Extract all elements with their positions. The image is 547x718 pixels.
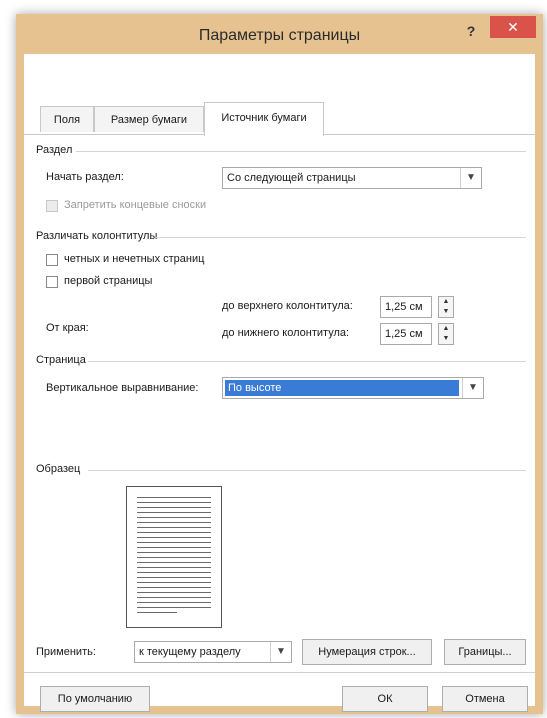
page-setup-dialog: Параметры страницы ? ✕ Поля Размер бумаг… xyxy=(16,14,543,714)
apply-to-label: Применить: xyxy=(36,646,96,658)
dialog-client-area: Поля Размер бумаги Источник бумаги Разде… xyxy=(24,54,535,712)
footer-distance-spinner[interactable]: ▲ ▼ xyxy=(438,323,454,345)
chevron-down-icon: ▼ xyxy=(270,642,291,662)
section-group-divider xyxy=(76,151,526,152)
headers-footers-divider xyxy=(156,237,526,238)
suppress-endnotes-label: Запретить концевые сноски xyxy=(64,199,207,211)
page-group-divider xyxy=(88,361,526,362)
from-edge-label: От края: xyxy=(46,322,89,334)
page-group-label: Страница xyxy=(36,354,86,366)
headers-footers-group-label: Различать колонтитулы xyxy=(36,230,158,242)
triangle-down-icon[interactable]: ▼ xyxy=(439,334,453,344)
cancel-button[interactable]: Отмена xyxy=(442,686,528,712)
header-distance-input[interactable]: 1,25 см xyxy=(380,296,432,318)
triangle-down-icon[interactable]: ▼ xyxy=(439,307,453,317)
odd-even-checkbox[interactable] xyxy=(46,254,58,266)
section-start-label: Начать раздел: xyxy=(46,171,124,183)
vertical-alignment-label: Вертикальное выравнивание: xyxy=(46,382,199,394)
tab-paper-source[interactable]: Источник бумаги xyxy=(204,102,324,136)
suppress-endnotes-checkbox[interactable] xyxy=(46,200,58,212)
footer-distance-label: до нижнего колонтитула: xyxy=(222,327,350,339)
triangle-up-icon[interactable]: ▲ xyxy=(439,297,453,307)
title-bar[interactable]: Параметры страницы ? ✕ xyxy=(16,14,543,52)
preview-group-label: Образец xyxy=(36,463,81,475)
vertical-alignment-select[interactable]: По высоте ▼ xyxy=(222,377,484,399)
chevron-down-icon: ▼ xyxy=(462,378,483,398)
section-start-select[interactable]: Со следующей страницы ▼ xyxy=(222,167,482,189)
footer-divider xyxy=(24,672,535,673)
vertical-alignment-value: По высоте xyxy=(225,380,459,396)
section-group-label: Раздел xyxy=(36,144,73,156)
footer-distance-input[interactable]: 1,25 см xyxy=(380,323,432,345)
chevron-down-icon: ▼ xyxy=(460,168,481,188)
first-page-label: первой страницы xyxy=(64,275,153,287)
borders-button[interactable]: Границы... xyxy=(444,639,526,665)
close-icon: ✕ xyxy=(507,19,519,35)
tab-paper-size[interactable]: Размер бумаги xyxy=(94,106,204,132)
line-numbers-button[interactable]: Нумерация строк... xyxy=(302,639,432,665)
header-distance-value: 1,25 см xyxy=(385,301,423,313)
page-preview xyxy=(126,486,222,628)
first-page-checkbox[interactable] xyxy=(46,276,58,288)
footer-distance-value: 1,25 см xyxy=(385,328,423,340)
apply-to-value: к текущему разделу xyxy=(139,646,241,658)
section-start-value: Со следующей страницы xyxy=(227,172,356,184)
set-as-default-button[interactable]: По умолчанию xyxy=(40,686,150,712)
odd-even-label: четных и нечетных страниц xyxy=(64,253,205,265)
header-distance-label: до верхнего колонтитула: xyxy=(222,300,353,312)
ok-button[interactable]: ОК xyxy=(342,686,428,712)
header-distance-spinner[interactable]: ▲ ▼ xyxy=(438,296,454,318)
help-button[interactable]: ? xyxy=(458,20,484,42)
close-button[interactable]: ✕ xyxy=(490,16,536,38)
preview-group-divider xyxy=(88,470,526,471)
tab-margins[interactable]: Поля xyxy=(40,106,94,132)
triangle-up-icon[interactable]: ▲ xyxy=(439,324,453,334)
apply-to-select[interactable]: к текущему разделу ▼ xyxy=(134,641,292,663)
